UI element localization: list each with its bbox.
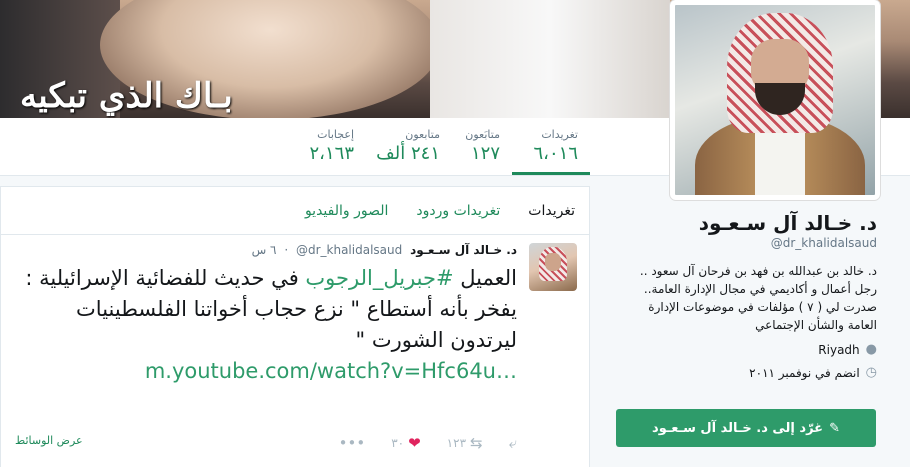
calendar-clock-icon: ◷ [865,365,877,380]
compose-icon: ✎ [829,420,840,436]
stat-following[interactable]: متابَعون ١٢٧ [452,128,512,164]
like-count: ٣٠ [391,436,405,450]
stat-tweets-label: تغريدات [541,128,578,141]
tweet-hashtag[interactable]: #جبريل_الرجوب [305,266,453,290]
reply-action[interactable]: ⤶ [509,434,517,452]
stat-following-label: متابَعون [465,128,500,141]
banner-slogan: بـاك الذي تبكيه [20,76,233,116]
tweet-text: العميل #جبريل_الرجوب في حديث للفضائية ال… [17,263,517,387]
tweet-avatar[interactable] [529,243,577,291]
tab-tweets-and-replies[interactable]: تغريدات وردود [416,203,500,219]
stat-tweets[interactable]: تغريدات ٦،٠١٦ [512,128,590,175]
tweet-text-line2: يفخر بأنه أستطاع " نزع حجاب أخواتنا الفل… [76,297,517,352]
location-pin-icon: ● [865,342,877,357]
profile-card: د. خـالد آل سـعـود @dr_khalidalsaud د. خ… [600,205,910,467]
stat-followers-value: ٢٤١ ألف [376,143,440,164]
stat-likes-value: ٢،١٦٣ [309,143,354,164]
tweet-text-before: العميل [453,266,517,290]
tweet-item[interactable]: د. خـالد آل سـعـود @dr_khalidalsaud · ٦ … [1,235,589,467]
retweet-count: ١٢٣ [446,436,467,450]
like-action[interactable]: ❤ ٣٠ [391,434,420,452]
tweet-to-button[interactable]: ✎ غرّد إلى د. خـالد آل سـعـود [616,409,876,447]
profile-location: ● Riyadh [600,342,877,357]
profile-handle[interactable]: @dr_khalidalsaud [600,236,877,250]
tweet-link[interactable]: m.youtube.com/watch?v=Hfc64u… [145,356,517,387]
more-dots-icon: ••• [338,434,366,452]
profile-joined: ◷ انضم في نوفمبر ٢٠١١ [600,365,877,380]
stat-tweets-value: ٦،٠١٦ [533,143,578,164]
stat-likes[interactable]: إعجابات ٢،١٦٣ [284,128,366,164]
tweet-actions: ⤶ ⇆ ١٢٣ ❤ ٣٠ ••• [7,431,517,455]
stat-followers[interactable]: متابعون ٢٤١ ألف [366,128,452,164]
stat-likes-label: إعجابات [317,128,354,141]
stat-following-value: ١٢٧ [470,143,500,164]
retweet-action[interactable]: ⇆ ١٢٣ [447,434,483,452]
heart-icon: ❤ [408,434,421,452]
profile-name[interactable]: د. خـالد آل سـعـود [600,211,877,235]
profile-joined-text: انضم في نوفمبر ٢٠١١ [749,365,860,380]
view-media-link[interactable]: عرض الوسائط [15,434,83,447]
profile-bio: د. خالد بن عبدالله بن فهد بن فرحان آل سع… [639,264,877,332]
profile-avatar[interactable] [670,0,880,200]
more-action[interactable]: ••• [339,434,366,452]
tab-photos-videos[interactable]: الصور والفيديو [305,203,388,219]
tweet-time[interactable]: ٦ س [252,243,277,257]
timeline-tabs: تغريدات تغريدات وردود الصور والفيديو [1,187,589,235]
banner-headwrap-image [430,0,670,118]
tweet-time-dot: · [284,243,289,257]
retweet-icon: ⇆ [470,434,483,452]
tweet-text-after: في حديث للفضائية الإسرائيلية : [25,266,306,290]
tweet-to-button-label: غرّد إلى د. خـالد آل سـعـود [652,420,824,436]
tweet-header: د. خـالد آل سـعـود @dr_khalidalsaud · ٦ … [252,243,517,257]
tweet-avatar-face [545,253,561,271]
tweet-author-handle[interactable]: @dr_khalidalsaud [296,243,402,257]
profile-location-text[interactable]: Riyadh [818,343,859,357]
stat-followers-label: متابعون [405,128,440,141]
timeline-card: تغريدات تغريدات وردود الصور والفيديو د. … [0,186,590,467]
tab-tweets[interactable]: تغريدات [528,203,575,219]
tweet-author-name[interactable]: د. خـالد آل سـعـود [410,243,517,257]
reply-icon: ⤶ [508,434,517,452]
